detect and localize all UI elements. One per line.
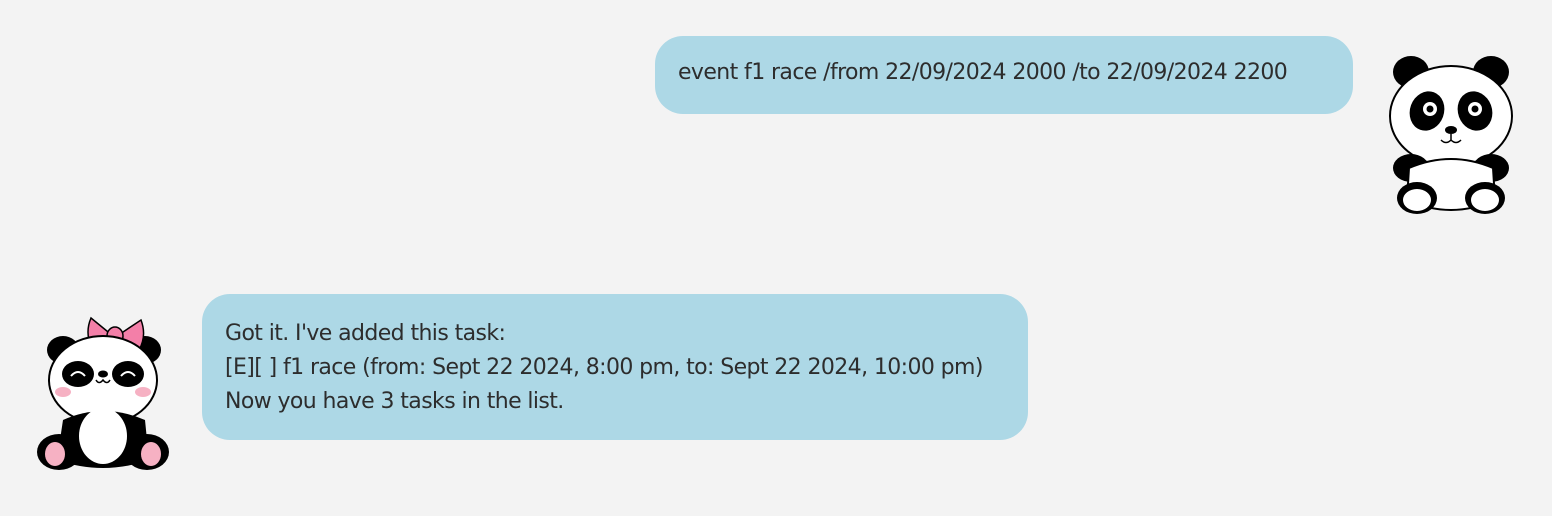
bot-message-bubble: Got it. I've added this task: [E][ ] f1 … bbox=[202, 294, 1028, 440]
user-message-text: event f1 race /from 22/09/2024 2000 /to … bbox=[678, 60, 1288, 85]
panda-with-bow-avatar-icon bbox=[33, 310, 169, 476]
user-message-bubble: event f1 race /from 22/09/2024 2000 /to … bbox=[655, 36, 1353, 114]
bot-message-line-3: Now you have 3 tasks in the list. bbox=[225, 389, 564, 414]
bot-message-line-1: Got it. I've added this task: bbox=[225, 321, 506, 346]
bot-message-line-2: [E][ ] f1 race (from: Sept 22 2024, 8:00… bbox=[225, 355, 983, 380]
chat-window: event f1 race /from 22/09/2024 2000 /to … bbox=[0, 0, 1552, 516]
panda-avatar-icon bbox=[1385, 50, 1521, 220]
